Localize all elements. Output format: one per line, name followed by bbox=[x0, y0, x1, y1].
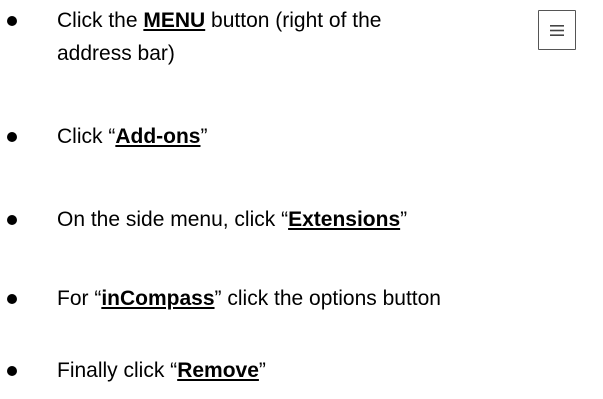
step-5-text-post: ” bbox=[258, 359, 266, 382]
step-2-keyword: Add-ons bbox=[115, 125, 201, 148]
step-4-text-post: ” click the options button bbox=[214, 287, 441, 310]
step-1-text-post: button (right of the bbox=[205, 9, 382, 32]
step-2-text-pre: Click “ bbox=[57, 125, 116, 148]
step-4-line: For “inCompass” click the options button bbox=[57, 285, 441, 313]
hamburger-lines-icon bbox=[550, 25, 564, 36]
step-1-keyword: MENU bbox=[143, 9, 206, 32]
step-1-line-1: Click the MENU button (right of the bbox=[57, 7, 381, 35]
step-4-keyword: inCompass bbox=[101, 287, 215, 310]
step-2-line: Click “Add-ons” bbox=[57, 123, 207, 151]
step-1-line-2: address bar) bbox=[57, 40, 175, 68]
bullet-point bbox=[7, 215, 17, 225]
step-5-keyword: Remove bbox=[177, 359, 259, 382]
step-1-text-pre: Click the bbox=[57, 9, 144, 32]
step-3-keyword: Extensions bbox=[288, 208, 401, 231]
step-3-line: On the side menu, click “Extensions” bbox=[57, 206, 407, 234]
step-5-text-pre: Finally click “ bbox=[57, 359, 178, 382]
hamburger-menu-icon bbox=[538, 10, 576, 50]
bullet-point bbox=[7, 294, 17, 304]
bullet-point bbox=[7, 132, 17, 142]
bullet-point bbox=[7, 16, 17, 26]
step-3-text-pre: On the side menu, click “ bbox=[57, 208, 289, 231]
bullet-point bbox=[7, 366, 17, 376]
instruction-list: Click the MENU button (right of the addr… bbox=[0, 0, 603, 399]
step-5-line: Finally click “Remove” bbox=[57, 357, 266, 385]
step-2-text-post: ” bbox=[200, 125, 208, 148]
step-1-text-line-2: address bar) bbox=[57, 42, 175, 65]
step-4-text-pre: For “ bbox=[57, 287, 102, 310]
step-3-text-post: ” bbox=[400, 208, 408, 231]
